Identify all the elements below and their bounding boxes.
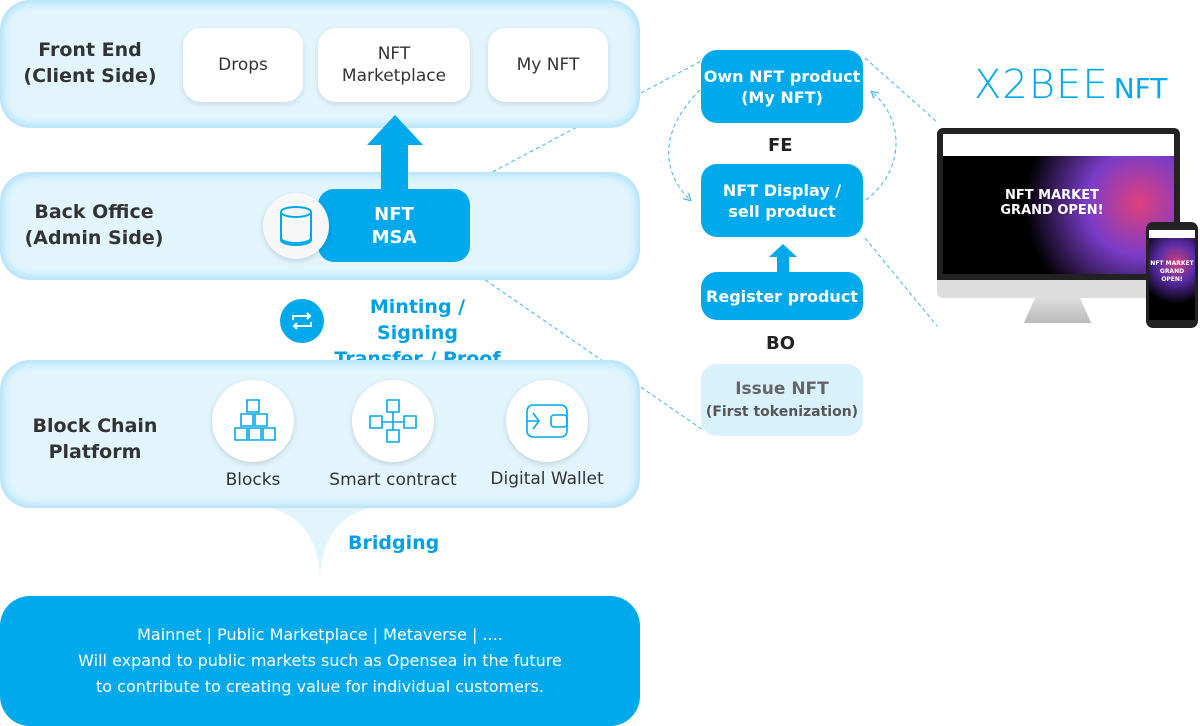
smart-contract-label: Smart contract: [329, 470, 457, 490]
smart-contract-icon: [352, 380, 434, 462]
drops-box[interactable]: Drops: [183, 28, 303, 102]
up-arrow-small-icon: [769, 244, 797, 274]
x2bee-nft-logo: X2BEE NFT: [974, 62, 1168, 108]
database-icon: [263, 193, 329, 259]
my-nft-box[interactable]: My NFT: [488, 28, 608, 102]
phone-mockup: NFT MARKET GRAND OPEN!: [1146, 222, 1198, 328]
monitor-mockup: NFT MARKET GRAND OPEN!: [937, 128, 1180, 298]
digital-wallet-icon: [506, 380, 588, 462]
blockchain-label: Block Chain Platform: [32, 415, 158, 463]
bo-label: BO: [766, 333, 796, 354]
nft-msa-box[interactable]: NFT MSA: [318, 189, 470, 262]
own-nft-product-box[interactable]: Own NFT product (My NFT): [701, 50, 863, 123]
nft-marketplace-box[interactable]: NFT Marketplace: [318, 28, 470, 102]
register-product-box[interactable]: Register product: [701, 272, 863, 320]
digital-wallet-label: Digital Wallet: [490, 469, 604, 489]
screen-headline: NFT MARKET GRAND OPEN!: [1000, 188, 1104, 218]
back-office-label: Back Office (Admin Side): [24, 201, 164, 249]
nft-display-box[interactable]: NFT Display / sell product: [701, 164, 863, 237]
public-market-box: Mainnet | Public Marketplace | Metaverse…: [0, 596, 640, 726]
up-arrow-icon: [367, 115, 423, 192]
bridging-label: Bridging: [348, 532, 440, 554]
fe-label: FE: [768, 135, 793, 156]
blocks-icon: [212, 380, 294, 462]
blocks-label: Blocks: [225, 470, 281, 490]
sync-icon: [280, 299, 324, 343]
issue-nft-box[interactable]: Issue NFT (First tokenization): [701, 364, 863, 436]
front-end-label: Front End (Client Side): [23, 39, 157, 87]
